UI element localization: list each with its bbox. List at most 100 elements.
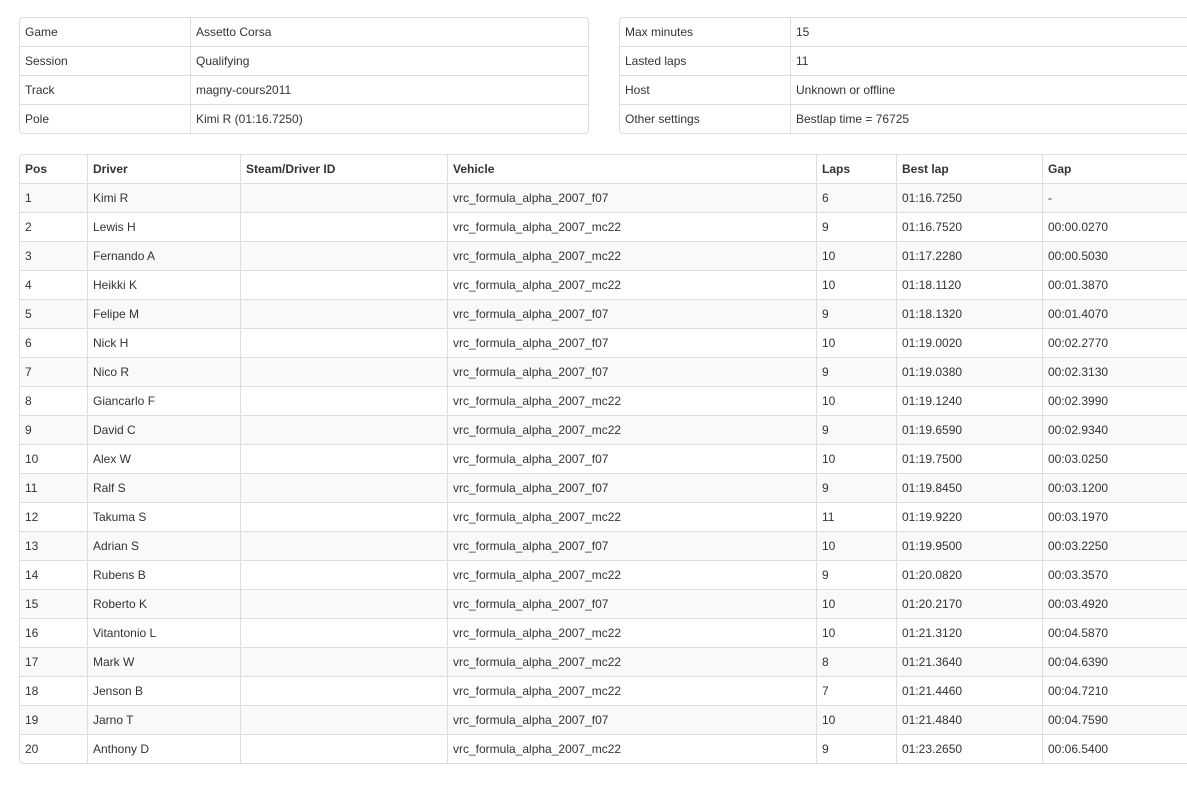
table-row: 8 Giancarlo F vrc_formula_alpha_2007_mc22 1… [20,386,1187,415]
vehicle-cell: vrc_formula_alpha_2007_mc22 [447,502,816,531]
laps-cell: 10 [816,241,896,270]
driver-id-cell [240,270,447,299]
vehicle-cell: vrc_formula_alpha_2007_f07 [447,357,816,386]
table-row: 17 Mark W vrc_formula_alpha_2007_mc22 8 01:2… [20,647,1187,676]
pos-cell: 11 [20,473,87,502]
info-value: 15 [790,18,1187,46]
results-header-row: Pos Driver Steam/Driver ID Vehicle Laps Best … [20,155,1187,183]
driver-id-cell [240,212,447,241]
best-lap-cell: 01:19.0020 [896,328,1042,357]
driver-id-cell [240,705,447,734]
gap-cell: 00:02.3990 [1042,386,1187,415]
info-value: Kimi R (01:16.7250) [190,104,588,133]
best-lap-cell: 01:16.7520 [896,212,1042,241]
pos-cell: 15 [20,589,87,618]
driver-id-cell [240,676,447,705]
driver-cell: Heikki K [87,270,240,299]
laps-cell: 10 [816,386,896,415]
pos-cell: 18 [20,676,87,705]
laps-cell: 8 [816,647,896,676]
best-lap-cell: 01:19.6590 [896,415,1042,444]
best-lap-cell: 01:19.9500 [896,531,1042,560]
best-lap-cell: 01:18.1120 [896,270,1042,299]
driver-id-cell [240,502,447,531]
info-row: Max minutes 15 [620,18,1187,46]
driver-id-cell [240,415,447,444]
best-lap-cell: 01:23.2650 [896,734,1042,763]
info-label: Lasted laps [620,46,790,75]
info-value: magny-cours2011 [190,75,588,104]
info-row: Pole Kimi R (01:16.7250) [20,104,588,133]
best-lap-cell: 01:19.1240 [896,386,1042,415]
table-row: 16 Vitantonio L vrc_formula_alpha_2007_mc2… [20,618,1187,647]
vehicle-cell: vrc_formula_alpha_2007_mc22 [447,386,816,415]
best-lap-cell: 01:16.7250 [896,183,1042,212]
driver-cell: Takuma S [87,502,240,531]
pos-cell: 17 [20,647,87,676]
laps-cell: 9 [816,734,896,763]
laps-cell: 9 [816,357,896,386]
info-label: Session [20,46,190,75]
info-row: Session Qualifying [20,46,588,75]
gap-header: Gap [1042,155,1187,183]
driver-cell: Alex W [87,444,240,473]
vehicle-cell: vrc_formula_alpha_2007_mc22 [447,734,816,763]
results-table: Pos Driver Steam/Driver ID Vehicle Laps Best … [19,154,1187,764]
table-row: 20 Anthony D vrc_formula_alpha_2007_mc22 9 0… [20,734,1187,763]
info-label: Pole [20,104,190,133]
gap-cell: 00:03.4920 [1042,589,1187,618]
gap-cell: 00:03.3570 [1042,560,1187,589]
info-label: Game [25,25,58,39]
table-row: 18 Jenson B vrc_formula_alpha_2007_mc22 7 01… [20,676,1187,705]
vehicle-cell: vrc_formula_alpha_2007_mc22 [447,560,816,589]
driver-cell: Fernando A [87,241,240,270]
gap-cell: - [1042,183,1187,212]
session-info-table: Game Assetto Corsa Session Qualifying Track m… [19,17,589,134]
pos-cell: 7 [20,357,87,386]
driver-cell: Anthony D [87,734,240,763]
gap-cell: 00:02.2770 [1042,328,1187,357]
driver-id-header: Steam/Driver ID [240,155,447,183]
pos-cell: 12 [20,502,87,531]
driver-id-cell [240,386,447,415]
laps-cell: 9 [816,560,896,589]
table-row: 11 Ralf S vrc_formula_alpha_2007_f07 9 01:19… [20,473,1187,502]
info-label: Track [20,75,190,104]
laps-cell: 10 [816,328,896,357]
pos-header: Pos [25,162,48,176]
driver-id-cell [240,299,447,328]
gap-cell: 00:01.3870 [1042,270,1187,299]
pos-cell: 13 [20,531,87,560]
driver-id-cell [240,531,447,560]
pos-cell: 19 [20,705,87,734]
vehicle-cell: vrc_formula_alpha_2007_mc22 [447,415,816,444]
driver-id-cell [240,328,447,357]
best-lap-cell: 01:19.8450 [896,473,1042,502]
table-row: 10 Alex Wvrc_formula_alpha_2007_f07 10 01:1… [20,444,1187,473]
best-lap-cell: 01:17.2280 [896,241,1042,270]
info-value: Qualifying [190,46,588,75]
driver-cell: Nick H [87,328,240,357]
best-lap-cell: 01:19.0380 [896,357,1042,386]
pos-cell: 20 [20,734,87,763]
best-lap-cell: 01:18.1320 [896,299,1042,328]
laps-cell: 6 [816,183,896,212]
driver-cell: Kimi R [87,183,240,212]
vehicle-header: Vehicle [447,155,816,183]
laps-cell: 7 [816,676,896,705]
best-lap-cell: 01:20.2170 [896,589,1042,618]
gap-cell: 00:03.0250 [1042,444,1187,473]
table-row: 19 Jarno T vrc_formula_alpha_2007_f07 10 01:… [20,705,1187,734]
laps-cell: 9 [816,415,896,444]
driver-id-cell [240,560,447,589]
table-row: 14 Rubens B vrc_formula_alpha_2007_mc22 9 01… [20,560,1187,589]
gap-cell: 00:00.0270 [1042,212,1187,241]
driver-id-cell [240,734,447,763]
vehicle-cell: vrc_formula_alpha_2007_mc22 [447,270,816,299]
gap-cell: 00:02.3130 [1042,357,1187,386]
table-row: 9 David Cvrc_formula_alpha_2007_mc22 9 01:1… [20,415,1187,444]
laps-cell: 10 [816,589,896,618]
vehicle-cell: vrc_formula_alpha_2007_f07 [447,444,816,473]
table-row: 4 Heikki K vrc_formula_alpha_2007_mc22 10 01… [20,270,1187,299]
info-label: Max minutes [625,25,694,39]
